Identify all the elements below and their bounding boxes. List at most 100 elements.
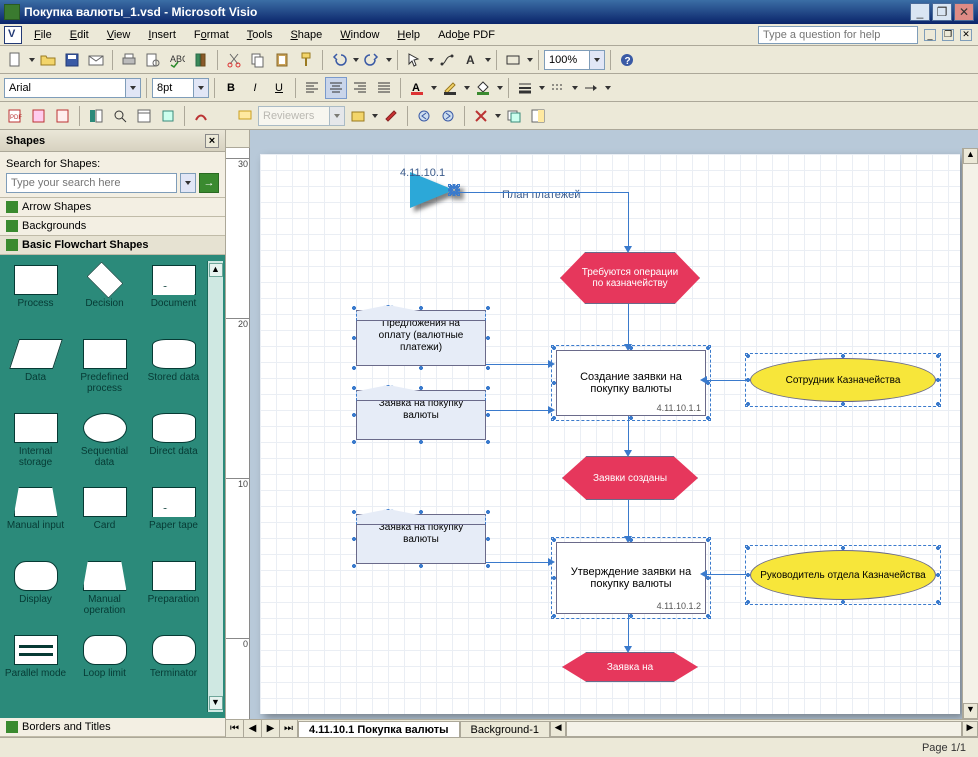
rectangle-tool-button[interactable] bbox=[502, 49, 524, 71]
connector[interactable] bbox=[706, 380, 750, 381]
delete-markup-button[interactable] bbox=[470, 105, 492, 127]
redo-button[interactable] bbox=[361, 49, 383, 71]
pointer-tool-button[interactable] bbox=[403, 49, 425, 71]
close-button[interactable]: ✕ bbox=[954, 3, 974, 21]
drawing-surface[interactable]: 4.11.10.1 План платежей Требуются операц… bbox=[250, 148, 962, 719]
insert-comment-button[interactable] bbox=[234, 105, 256, 127]
text-tool-dropdown[interactable] bbox=[484, 49, 491, 71]
shape-master-parallel-mode[interactable]: Parallel mode bbox=[2, 631, 69, 703]
shapes-search-input[interactable] bbox=[6, 173, 177, 193]
stencil-scroll-down[interactable]: ▼ bbox=[209, 696, 223, 710]
hscroll-left-button[interactable]: ◀ bbox=[550, 721, 566, 737]
paste-button[interactable] bbox=[271, 49, 293, 71]
tab-nav-next[interactable]: ▶ bbox=[262, 720, 280, 737]
markup-overlay-button[interactable] bbox=[503, 105, 525, 127]
align-left-button[interactable] bbox=[301, 77, 323, 99]
pdf-button-3[interactable] bbox=[52, 105, 74, 127]
shape-master-decision[interactable]: Decision bbox=[71, 261, 138, 333]
text-tool-button[interactable]: A bbox=[460, 49, 482, 71]
menu-edit[interactable]: Edit bbox=[62, 27, 97, 43]
line-color-dropdown[interactable] bbox=[463, 77, 470, 99]
line-ends-button[interactable] bbox=[580, 77, 602, 99]
page[interactable]: 4.11.10.1 План платежей Требуются операц… bbox=[260, 154, 960, 714]
font-combo[interactable] bbox=[4, 78, 141, 98]
cut-button[interactable] bbox=[223, 49, 245, 71]
shape-master-internal-storage[interactable]: Internal storage bbox=[2, 409, 69, 481]
tab-nav-first[interactable]: ⏮ bbox=[226, 720, 244, 737]
line-pattern-button[interactable] bbox=[547, 77, 569, 99]
shape-master-terminator[interactable]: Terminator bbox=[140, 631, 207, 703]
connector[interactable] bbox=[628, 192, 629, 248]
email-button[interactable] bbox=[85, 49, 107, 71]
process-approve-request[interactable]: Утверждение заявки на покупку валюты 4.1… bbox=[556, 542, 706, 614]
undo-button[interactable] bbox=[328, 49, 350, 71]
stencil-borders-titles[interactable]: Borders and Titles bbox=[0, 718, 225, 737]
hex-requests-created[interactable]: Заявки созданы bbox=[562, 456, 698, 500]
shape-master-predefined-process[interactable]: Predefined process bbox=[71, 335, 138, 407]
shape-master-document[interactable]: Document bbox=[140, 261, 207, 333]
connector[interactable] bbox=[706, 574, 750, 575]
reviewers-combo[interactable] bbox=[258, 106, 345, 126]
mdi-close-button[interactable]: ✕ bbox=[960, 29, 972, 41]
hex-request-partial[interactable]: Заявка на bbox=[562, 652, 698, 682]
shape-master-data[interactable]: Data bbox=[2, 335, 69, 407]
font-color-button[interactable]: A bbox=[406, 77, 428, 99]
vscroll-up-button[interactable]: ▲ bbox=[963, 148, 978, 164]
line-pattern-dropdown[interactable] bbox=[571, 77, 578, 99]
new-button[interactable] bbox=[4, 49, 26, 71]
spellcheck-button[interactable]: ABC bbox=[166, 49, 188, 71]
delete-markup-dropdown[interactable] bbox=[494, 105, 501, 127]
align-justify-button[interactable] bbox=[373, 77, 395, 99]
zoom-dropdown[interactable] bbox=[589, 51, 604, 69]
hex-requires-treasury[interactable]: Требуются операции по казначейству bbox=[560, 252, 700, 304]
pdf-button-2[interactable] bbox=[28, 105, 50, 127]
shape-master-stored-data[interactable]: Stored data bbox=[140, 335, 207, 407]
vscroll-down-button[interactable]: ▼ bbox=[963, 703, 978, 719]
reviewers-dropdown[interactable] bbox=[329, 107, 344, 125]
connector[interactable] bbox=[628, 500, 629, 538]
font-dropdown[interactable] bbox=[125, 79, 140, 97]
line-color-button[interactable] bbox=[439, 77, 461, 99]
menu-window[interactable]: Window bbox=[332, 27, 387, 43]
menu-file[interactable]: File bbox=[26, 27, 60, 43]
menu-insert[interactable]: Insert bbox=[140, 27, 184, 43]
shape-master-direct-data[interactable]: Direct data bbox=[140, 409, 207, 481]
new-dropdown[interactable] bbox=[28, 49, 35, 71]
pointer-dropdown[interactable] bbox=[427, 49, 434, 71]
connector[interactable] bbox=[628, 304, 629, 346]
help-search-input[interactable] bbox=[758, 26, 918, 44]
restore-button[interactable]: ❐ bbox=[932, 3, 952, 21]
track-markup-button[interactable] bbox=[347, 105, 369, 127]
menu-shape[interactable]: Shape bbox=[282, 27, 330, 43]
shape-master-manual-operation[interactable]: Manual operation bbox=[71, 557, 138, 629]
shape-tool-dropdown[interactable] bbox=[526, 49, 533, 71]
menu-tools[interactable]: Tools bbox=[239, 27, 281, 43]
fill-color-dropdown[interactable] bbox=[496, 77, 503, 99]
reviewing-pane-button[interactable] bbox=[380, 105, 402, 127]
shape-master-display[interactable]: Display bbox=[2, 557, 69, 629]
font-input[interactable] bbox=[5, 79, 125, 97]
track-markup-dropdown[interactable] bbox=[371, 105, 378, 127]
ruler-vertical[interactable]: 3020100 bbox=[226, 148, 250, 719]
reviewing-task-pane-button[interactable] bbox=[527, 105, 549, 127]
shape-master-card[interactable]: Card bbox=[71, 483, 138, 555]
size-position-button[interactable] bbox=[157, 105, 179, 127]
underline-button[interactable]: U bbox=[268, 77, 290, 99]
hscroll-right-button[interactable]: ▶ bbox=[962, 721, 978, 737]
menu-view[interactable]: View bbox=[99, 27, 139, 43]
font-color-dropdown[interactable] bbox=[430, 77, 437, 99]
open-button[interactable] bbox=[37, 49, 59, 71]
menu-help[interactable]: Help bbox=[389, 27, 428, 43]
copy-button[interactable] bbox=[247, 49, 269, 71]
zoom-input[interactable] bbox=[545, 51, 589, 69]
role-treasury-head[interactable]: Руководитель отдела Казначейства bbox=[750, 550, 936, 600]
stencil-scroll-up[interactable]: ▲ bbox=[209, 263, 223, 277]
connector[interactable] bbox=[486, 562, 550, 563]
doc-payment-proposals[interactable]: Предложения на оплату (валютные платежи) bbox=[356, 310, 486, 366]
process-create-request[interactable]: Создание заявки на покупку валюты 4.11.1… bbox=[556, 350, 706, 416]
line-ends-dropdown[interactable] bbox=[604, 77, 611, 99]
drawing-explorer-button[interactable] bbox=[133, 105, 155, 127]
connector[interactable] bbox=[486, 410, 550, 411]
mdi-restore-button[interactable]: ❐ bbox=[942, 29, 954, 41]
research-button[interactable] bbox=[190, 49, 212, 71]
